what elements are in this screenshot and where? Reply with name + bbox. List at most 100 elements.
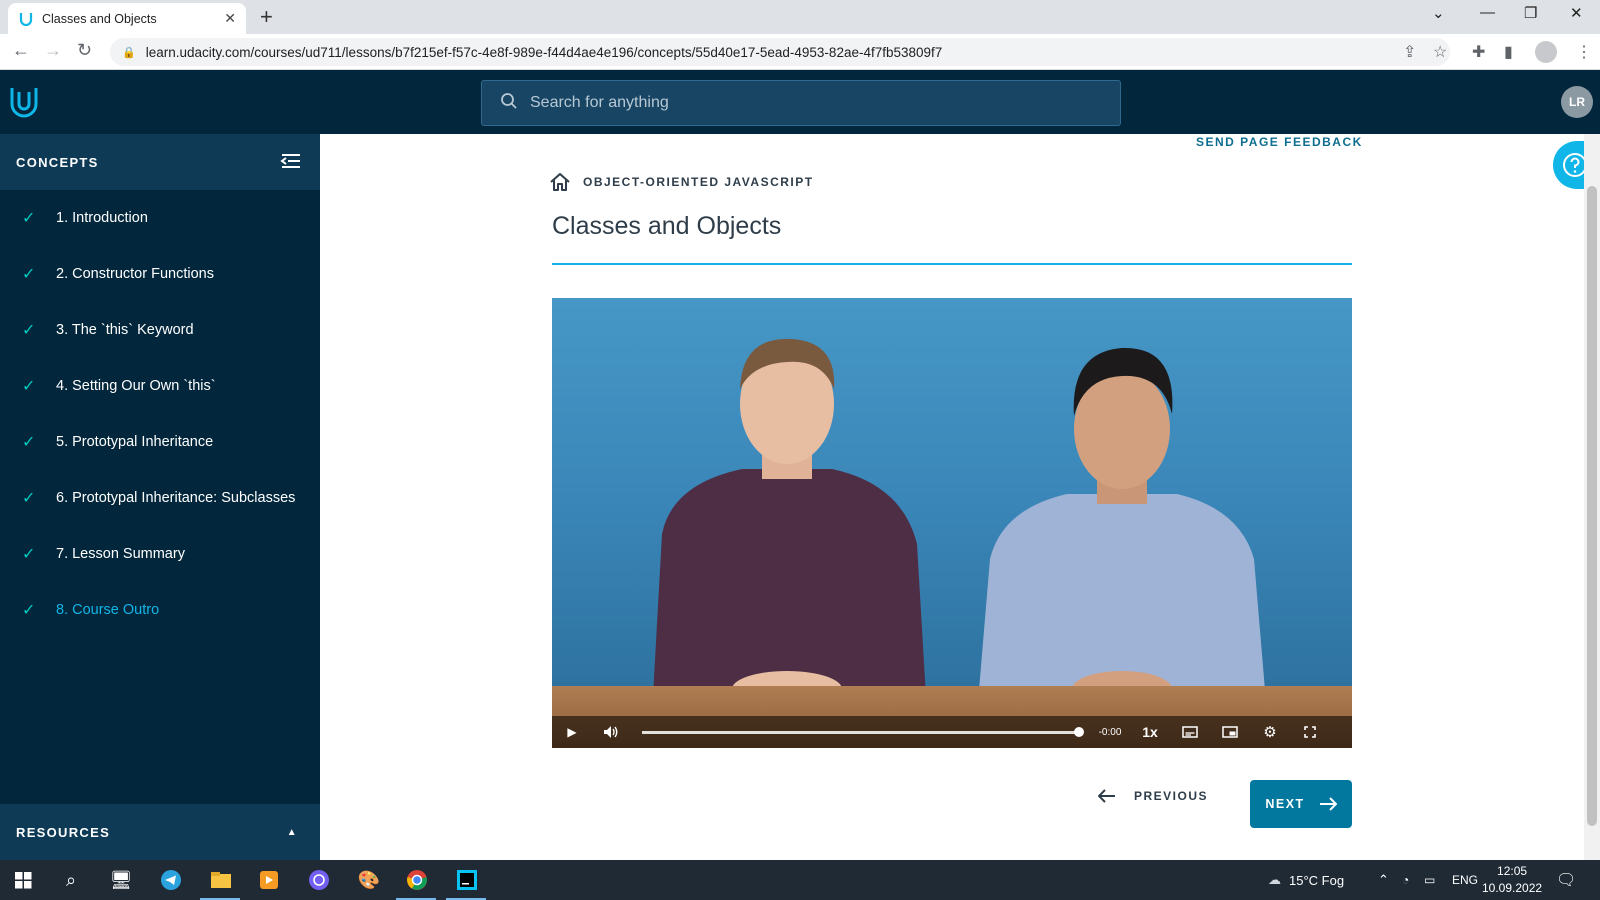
browser-tabbar: Classes and Objects ✕ + ⌄ — ❐ ✕: [0, 0, 1600, 34]
breadcrumb[interactable]: OBJECT-ORIENTED JAVASCRIPT: [549, 172, 814, 192]
side-panel-icon[interactable]: ▮: [1504, 42, 1513, 62]
presenter-right-image: [977, 347, 1267, 714]
concept-label: 1. Introduction: [56, 210, 148, 226]
concept-list: ✓ 1. Introduction ✓ 2. Constructor Functio…: [0, 190, 320, 638]
extensions-icon[interactable]: ✚: [1472, 42, 1485, 62]
browser-toolbar: ← → ↻ 🔒 learn.udacity.com/courses/ud711/…: [0, 34, 1600, 70]
media-player-icon[interactable]: [254, 866, 284, 894]
concept-item-this-keyword[interactable]: ✓ 3. The `this` Keyword: [0, 302, 320, 358]
resources-label: RESOURCES: [16, 824, 111, 840]
title-divider: [552, 263, 1352, 265]
concept-item-introduction[interactable]: ✓ 1. Introduction: [0, 190, 320, 246]
page-title: Classes and Objects: [552, 212, 782, 240]
check-icon: ✓: [22, 546, 36, 563]
sidebar-title: CONCEPTS: [16, 154, 99, 170]
language-indicator[interactable]: ENG: [1452, 860, 1478, 900]
search-input[interactable]: Search for anything: [481, 80, 1121, 126]
user-avatar[interactable]: LR: [1561, 86, 1593, 118]
send-feedback-link[interactable]: SEND PAGE FEEDBACK: [1196, 135, 1363, 149]
concept-item-subclasses[interactable]: ✓ 6. Prototypal Inheritance: Subclasses: [0, 470, 320, 526]
viber-icon[interactable]: [304, 866, 334, 894]
captions-icon[interactable]: [1170, 726, 1210, 738]
taskbar-app-icon[interactable]: 🖥: [106, 866, 136, 894]
concept-label: 5. Prototypal Inheritance: [56, 434, 214, 450]
video-player[interactable]: ▶ -0:00 1x ⚙: [552, 298, 1352, 748]
play-icon[interactable]: ▶: [552, 725, 592, 739]
fullscreen-icon[interactable]: [1290, 726, 1330, 738]
address-bar[interactable]: 🔒 learn.udacity.com/courses/ud711/lesson…: [110, 38, 1450, 66]
progress-handle[interactable]: [1074, 726, 1084, 737]
settings-gear-icon[interactable]: ⚙: [1250, 723, 1290, 741]
scrollbar-thumb[interactable]: [1587, 186, 1597, 826]
windows-taskbar: ⌕ 🖥 🎨 ☁ 15°C Fog ⌃ ◔ ▭ ENG 12:05 10.09.2…: [0, 860, 1600, 900]
concept-item-course-outro[interactable]: ✓ 8. Course Outro: [0, 582, 320, 638]
chrome-icon[interactable]: [402, 866, 432, 894]
bookmark-star-icon[interactable]: ☆: [1433, 42, 1447, 62]
time-remaining: -0:00: [1098, 726, 1122, 738]
network-icon[interactable]: ◔: [1402, 860, 1409, 900]
progress-track[interactable]: [630, 726, 1090, 737]
concept-item-setting-this[interactable]: ✓ 4. Setting Our Own `this`: [0, 358, 320, 414]
telegram-icon[interactable]: [156, 866, 186, 894]
share-icon[interactable]: ⇪: [1403, 42, 1416, 62]
webstorm-icon[interactable]: [452, 866, 482, 894]
concept-item-prototypal-inheritance[interactable]: ✓ 5. Prototypal Inheritance: [0, 414, 320, 470]
browser-tab[interactable]: Classes and Objects ✕: [8, 3, 246, 34]
concept-item-lesson-summary[interactable]: ✓ 7. Lesson Summary: [0, 526, 320, 582]
back-icon[interactable]: ←: [12, 40, 30, 61]
paint-icon[interactable]: 🎨: [354, 866, 384, 894]
notifications-icon[interactable]: 🗨: [1556, 860, 1576, 900]
home-icon: [550, 173, 570, 191]
presenter-left-image: [652, 338, 927, 714]
windows-start-icon[interactable]: [8, 866, 38, 894]
cloud-icon: ☁: [1268, 872, 1281, 887]
check-icon: ✓: [22, 602, 36, 619]
progress-bar: [642, 726, 1084, 737]
udacity-logo-icon[interactable]: [7, 84, 41, 125]
sidebar-header: CONCEPTS: [0, 134, 320, 190]
weather-widget[interactable]: ☁ 15°C Fog: [1268, 860, 1344, 900]
close-tab-icon[interactable]: ✕: [224, 10, 236, 27]
next-button[interactable]: NEXT: [1250, 780, 1352, 828]
previous-label: PREVIOUS: [1134, 789, 1209, 803]
clock-date: 10.09.2022: [1482, 881, 1543, 895]
udacity-favicon-icon: [18, 11, 34, 27]
concept-label: 7. Lesson Summary: [56, 546, 185, 562]
browser-profile-icon[interactable]: [1535, 41, 1557, 63]
concept-item-constructor-functions[interactable]: ✓ 2. Constructor Functions: [0, 246, 320, 302]
playback-speed-button[interactable]: 1x: [1130, 724, 1170, 740]
concept-label: 8. Course Outro: [56, 602, 160, 618]
new-tab-icon[interactable]: +: [260, 4, 273, 30]
check-icon: ✓: [22, 378, 36, 395]
lock-icon: 🔒: [122, 46, 136, 59]
resources-toggle[interactable]: RESOURCES ▲: [0, 804, 320, 860]
close-window-icon[interactable]: ✕: [1570, 4, 1583, 22]
taskbar-clock[interactable]: 12:05 10.09.2022: [1482, 863, 1542, 897]
concept-label: 6. Prototypal Inheritance: Subclasses: [56, 490, 296, 506]
picture-in-picture-icon[interactable]: [1210, 726, 1250, 738]
previous-button[interactable]: PREVIOUS: [1098, 789, 1208, 803]
check-icon: ✓: [22, 490, 36, 507]
file-explorer-icon[interactable]: [206, 866, 236, 894]
next-label: NEXT: [1265, 797, 1305, 811]
taskbar-search-icon[interactable]: ⌕: [56, 866, 86, 894]
check-icon: ✓: [22, 266, 36, 283]
forward-icon[interactable]: →: [44, 40, 62, 61]
tray-chevron-icon[interactable]: ⌃: [1378, 860, 1389, 900]
restore-icon[interactable]: ❐: [1524, 4, 1537, 22]
check-icon: ✓: [22, 210, 36, 227]
check-icon: ✓: [22, 322, 36, 339]
reload-icon[interactable]: ↻: [77, 40, 92, 61]
minimize-icon[interactable]: —: [1480, 4, 1495, 21]
url-text: learn.udacity.com/courses/ud711/lessons/…: [145, 44, 943, 60]
chrome-menu-icon[interactable]: ⋮: [1576, 42, 1592, 62]
concept-label: 3. The `this` Keyword: [56, 322, 194, 338]
site-header: Search for anything LR: [0, 70, 1600, 134]
page-scrollbar[interactable]: [1584, 134, 1600, 860]
volume-icon[interactable]: [592, 725, 630, 739]
collapse-sidebar-icon[interactable]: [280, 152, 302, 173]
arrow-left-icon: [1098, 789, 1115, 803]
battery-icon[interactable]: ▭: [1424, 860, 1435, 900]
weather-text: 15°C Fog: [1289, 872, 1345, 888]
tab-search-icon[interactable]: ⌄: [1432, 4, 1445, 22]
